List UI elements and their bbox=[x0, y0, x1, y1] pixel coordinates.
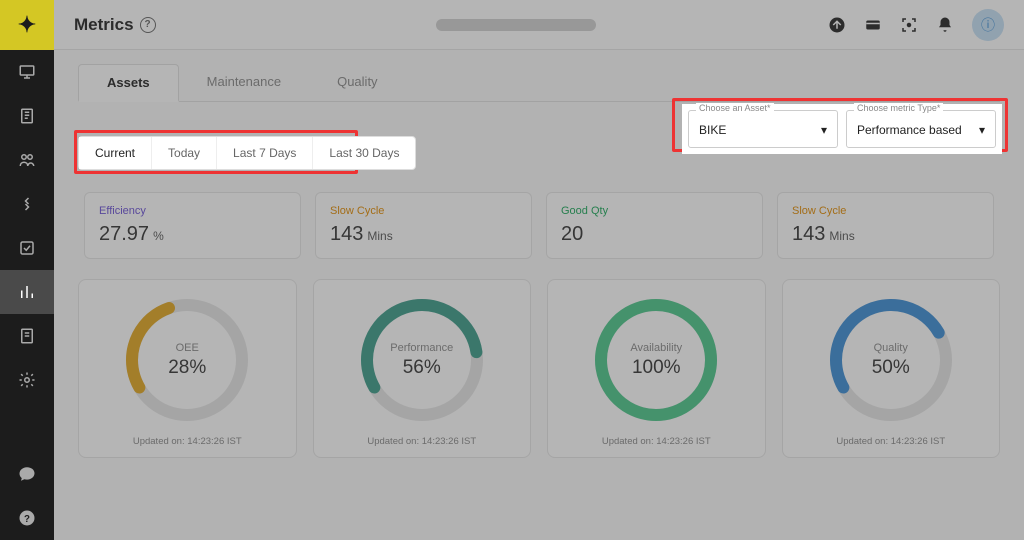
gauge-card: Quality 50% Updated on: 14:23:26 IST bbox=[782, 279, 1001, 458]
nav-item-7[interactable] bbox=[0, 314, 54, 358]
main-tabs: Assets Maintenance Quality bbox=[78, 64, 1000, 102]
asset-select[interactable]: Choose an Asset* BIKE ▾ bbox=[688, 110, 838, 148]
main-tab-quality[interactable]: Quality bbox=[309, 64, 405, 101]
upload-icon[interactable] bbox=[828, 16, 846, 34]
nav-item-5[interactable] bbox=[0, 226, 54, 270]
gauge: Availability 100% bbox=[586, 290, 726, 430]
gauge: OEE 28% bbox=[117, 290, 257, 430]
gauge-value: 50% bbox=[872, 357, 910, 379]
nav-item-3[interactable] bbox=[0, 138, 54, 182]
nav-item-1[interactable] bbox=[0, 50, 54, 94]
focus-icon[interactable] bbox=[900, 16, 918, 34]
main-tab-assets[interactable]: Assets bbox=[78, 64, 179, 102]
chevron-down-icon: ▾ bbox=[821, 123, 827, 137]
chevron-down-icon: ▾ bbox=[979, 123, 985, 137]
kpi-card: Slow Cycle 143 Mins bbox=[777, 192, 994, 259]
filters: Choose an Asset* BIKE ▾ Choose metric Ty… bbox=[682, 104, 1002, 154]
main-area: Metrics ? ⓘ Assets Maintenance Quality C… bbox=[54, 0, 1024, 540]
kpi-label: Slow Cycle bbox=[330, 205, 517, 217]
controls-row: Current Today Last 7 Days Last 30 Days C… bbox=[78, 116, 1000, 186]
kpi-unit: % bbox=[153, 229, 164, 243]
range-tab-today[interactable]: Today bbox=[152, 137, 217, 169]
kpi-card: Efficiency 27.97% bbox=[84, 192, 301, 259]
kpi-value: 143 bbox=[330, 223, 363, 245]
kpi-label: Slow Cycle bbox=[792, 205, 979, 217]
gauge-updated: Updated on: 14:23:26 IST bbox=[602, 436, 711, 447]
content: Assets Maintenance Quality Current Today… bbox=[54, 50, 1024, 540]
nav-item-metrics[interactable] bbox=[0, 270, 54, 314]
range-tab-7days[interactable]: Last 7 Days bbox=[217, 137, 313, 169]
metric-type-select[interactable]: Choose metric Type* Performance based ▾ bbox=[846, 110, 996, 148]
kpi-unit: Mins bbox=[367, 229, 392, 243]
kpi-label: Efficiency bbox=[99, 205, 286, 217]
range-tab-30days[interactable]: Last 30 Days bbox=[313, 137, 415, 169]
range-tab-current[interactable]: Current bbox=[79, 137, 152, 169]
gauge-label: Performance bbox=[390, 342, 453, 354]
svg-text:?: ? bbox=[24, 514, 30, 525]
help-icon[interactable]: ? bbox=[140, 17, 156, 33]
kpi-unit: Mins bbox=[829, 229, 854, 243]
kpi-card: Slow Cycle 143 Mins bbox=[315, 192, 532, 259]
asset-select-value: BIKE bbox=[699, 123, 726, 137]
topbar-placeholder bbox=[436, 19, 596, 31]
kpi-row: Efficiency 27.97% Slow Cycle 143 Mins Good … bbox=[78, 186, 1000, 265]
nav-item-help[interactable]: ? bbox=[0, 496, 54, 540]
metric-type-select-label: Choose metric Type* bbox=[854, 103, 943, 113]
sidebar: ✦ ? bbox=[0, 0, 54, 540]
asset-select-label: Choose an Asset* bbox=[696, 103, 774, 113]
nav-item-2[interactable] bbox=[0, 94, 54, 138]
gauge-row: OEE 28% Updated on: 14:23:26 IST Perform… bbox=[78, 279, 1000, 458]
app-logo[interactable]: ✦ bbox=[0, 0, 54, 50]
gauge-label: Availability bbox=[630, 342, 682, 354]
main-tab-maintenance[interactable]: Maintenance bbox=[179, 64, 309, 101]
nav-item-chat[interactable] bbox=[0, 452, 54, 496]
range-tabs: Current Today Last 7 Days Last 30 Days bbox=[78, 136, 416, 170]
gauge-value: 100% bbox=[630, 357, 682, 379]
gauge-updated: Updated on: 14:23:26 IST bbox=[133, 436, 242, 447]
topbar: Metrics ? ⓘ bbox=[54, 0, 1024, 50]
topbar-actions: ⓘ bbox=[828, 9, 1004, 41]
gauge-updated: Updated on: 14:23:26 IST bbox=[367, 436, 476, 447]
metric-type-select-value: Performance based bbox=[857, 123, 962, 137]
nav-item-settings[interactable] bbox=[0, 358, 54, 402]
kpi-value: 27.97 bbox=[99, 223, 149, 245]
gauge-label: Quality bbox=[872, 342, 910, 354]
card-icon[interactable] bbox=[864, 16, 882, 34]
gauge: Performance 56% bbox=[352, 290, 492, 430]
kpi-label: Good Qty bbox=[561, 205, 748, 217]
nav-item-4[interactable] bbox=[0, 182, 54, 226]
kpi-value: 143 bbox=[792, 223, 825, 245]
user-avatar[interactable]: ⓘ bbox=[972, 9, 1004, 41]
gauge-card: OEE 28% Updated on: 14:23:26 IST bbox=[78, 279, 297, 458]
gauge-card: Availability 100% Updated on: 14:23:26 I… bbox=[547, 279, 766, 458]
page-title-text: Metrics bbox=[74, 15, 134, 35]
gauge-label: OEE bbox=[168, 342, 206, 354]
kpi-card: Good Qty 20 bbox=[546, 192, 763, 259]
gauge: Quality 50% bbox=[821, 290, 961, 430]
kpi-value: 20 bbox=[561, 223, 583, 245]
gauge-value: 56% bbox=[390, 357, 453, 379]
gauge-card: Performance 56% Updated on: 14:23:26 IST bbox=[313, 279, 532, 458]
gauge-updated: Updated on: 14:23:26 IST bbox=[836, 436, 945, 447]
gauge-value: 28% bbox=[168, 357, 206, 379]
page-title: Metrics ? bbox=[74, 15, 156, 35]
bell-icon[interactable] bbox=[936, 16, 954, 34]
